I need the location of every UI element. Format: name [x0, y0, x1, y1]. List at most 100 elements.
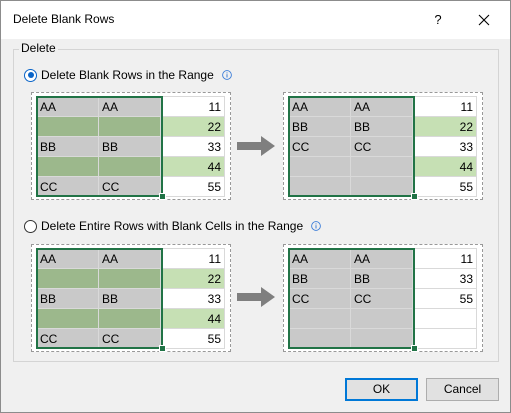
table-cell: 33 — [160, 136, 225, 157]
table-row: 44 — [36, 308, 225, 329]
table-cell — [98, 156, 161, 177]
table-row: AA AA 11 — [288, 248, 477, 269]
table-cell: AA — [350, 96, 413, 117]
table-cell: AA — [288, 248, 351, 269]
table-row: BB BB 33 — [36, 288, 225, 309]
table-cell: 22 — [160, 116, 225, 137]
table-cell: 55 — [160, 328, 225, 349]
table-cell: CC — [288, 288, 351, 309]
option-label: Delete Entire Rows with Blank Cells in t… — [41, 219, 304, 233]
table-cell: AA — [36, 96, 99, 117]
table-cell: 22 — [160, 268, 225, 289]
table-cell: BB — [350, 116, 413, 137]
table-cell — [412, 308, 477, 329]
title-bar: Delete Blank Rows ? — [1, 1, 510, 39]
option-label: Delete Blank Rows in the Range — [41, 68, 214, 82]
table-cell: BB — [288, 116, 351, 137]
table-cell: 33 — [412, 136, 477, 157]
table-cell: BB — [98, 288, 161, 309]
table-cell — [350, 156, 413, 177]
example-table-before: AA AA 11 22 BB BB 33 44 CC CC 55 — [36, 96, 225, 197]
table-row: 44 — [36, 156, 225, 177]
table-cell — [98, 308, 161, 329]
table-row: AA AA 11 — [36, 248, 225, 269]
table-row: CC CC 55 — [288, 288, 477, 309]
selection-handle — [159, 193, 166, 200]
table-cell — [412, 328, 477, 349]
table-cell: CC — [98, 176, 161, 197]
table-row: BB BB 33 — [288, 268, 477, 289]
table-cell: CC — [36, 176, 99, 197]
table-cell: 11 — [160, 248, 225, 269]
table-cell: BB — [288, 268, 351, 289]
table-row: BB BB 33 — [36, 136, 225, 157]
table-cell: AA — [36, 248, 99, 269]
table-cell — [288, 176, 351, 197]
table-cell: CC — [350, 288, 413, 309]
table-cell — [350, 176, 413, 197]
selection-handle — [411, 193, 418, 200]
option-delete-entire-rows[interactable]: Delete Entire Rows with Blank Cells in t… — [24, 218, 321, 234]
table-cell: 44 — [412, 156, 477, 177]
table-row: AA AA 11 — [288, 96, 477, 117]
table-cell — [288, 308, 351, 329]
arrow-right-icon — [237, 136, 275, 156]
table-cell — [350, 308, 413, 329]
table-cell — [36, 116, 99, 137]
table-cell: BB — [36, 136, 99, 157]
close-button[interactable] — [474, 10, 494, 30]
table-cell: 11 — [412, 248, 477, 269]
table-row — [288, 328, 477, 349]
diagram-entire-before: AA AA 11 22 BB BB 33 44 CC CC 55 — [31, 244, 231, 352]
close-icon — [478, 14, 490, 26]
help-button[interactable]: ? — [428, 10, 448, 30]
cancel-button[interactable]: Cancel — [426, 378, 499, 401]
option-delete-blank-rows[interactable]: Delete Blank Rows in the Range — [24, 67, 232, 83]
table-row: 22 — [36, 268, 225, 289]
radio-blank-rows[interactable] — [24, 68, 37, 82]
table-row: 55 — [288, 176, 477, 197]
diagram-blank-before: AA AA 11 22 BB BB 33 44 CC CC 55 — [31, 92, 231, 200]
table-row: AA AA 11 — [36, 96, 225, 117]
ok-button[interactable]: OK — [345, 378, 418, 401]
table-cell: AA — [288, 96, 351, 117]
table-cell: 44 — [160, 308, 225, 329]
arrow-right-icon — [237, 287, 275, 307]
table-cell: AA — [98, 248, 161, 269]
table-cell: 44 — [160, 156, 225, 177]
info-icon[interactable] — [221, 70, 232, 80]
info-icon[interactable] — [311, 221, 321, 231]
table-row: BB BB 22 — [288, 116, 477, 137]
group-label: Delete — [19, 41, 58, 55]
table-row — [288, 308, 477, 329]
table-cell — [288, 156, 351, 177]
diagram-blank-after: AA AA 11 BB BB 22 CC CC 33 44 55 — [283, 92, 483, 200]
table-row: CC CC 33 — [288, 136, 477, 157]
table-cell: 11 — [160, 96, 225, 117]
table-cell: CC — [350, 136, 413, 157]
table-row: CC CC 55 — [36, 328, 225, 349]
table-cell: 11 — [412, 96, 477, 117]
window-title: Delete Blank Rows — [13, 12, 115, 26]
selection-handle — [411, 345, 418, 352]
table-row: CC CC 55 — [36, 176, 225, 197]
table-cell — [36, 156, 99, 177]
selection-handle — [159, 345, 166, 352]
radio-entire-rows[interactable] — [24, 219, 37, 233]
table-cell: 33 — [412, 268, 477, 289]
table-cell: 55 — [412, 288, 477, 309]
table-cell — [98, 268, 161, 289]
table-cell: BB — [350, 268, 413, 289]
dialog-window: Delete Blank Rows ? Delete Delete Blank … — [0, 0, 511, 413]
table-cell: CC — [288, 136, 351, 157]
table-cell — [36, 308, 99, 329]
table-cell — [98, 116, 161, 137]
table-cell: 55 — [160, 176, 225, 197]
table-cell: AA — [350, 248, 413, 269]
table-cell: BB — [98, 136, 161, 157]
table-cell: AA — [98, 96, 161, 117]
table-cell: CC — [36, 328, 99, 349]
table-cell: BB — [36, 288, 99, 309]
table-cell: 55 — [412, 176, 477, 197]
table-row: 22 — [36, 116, 225, 137]
